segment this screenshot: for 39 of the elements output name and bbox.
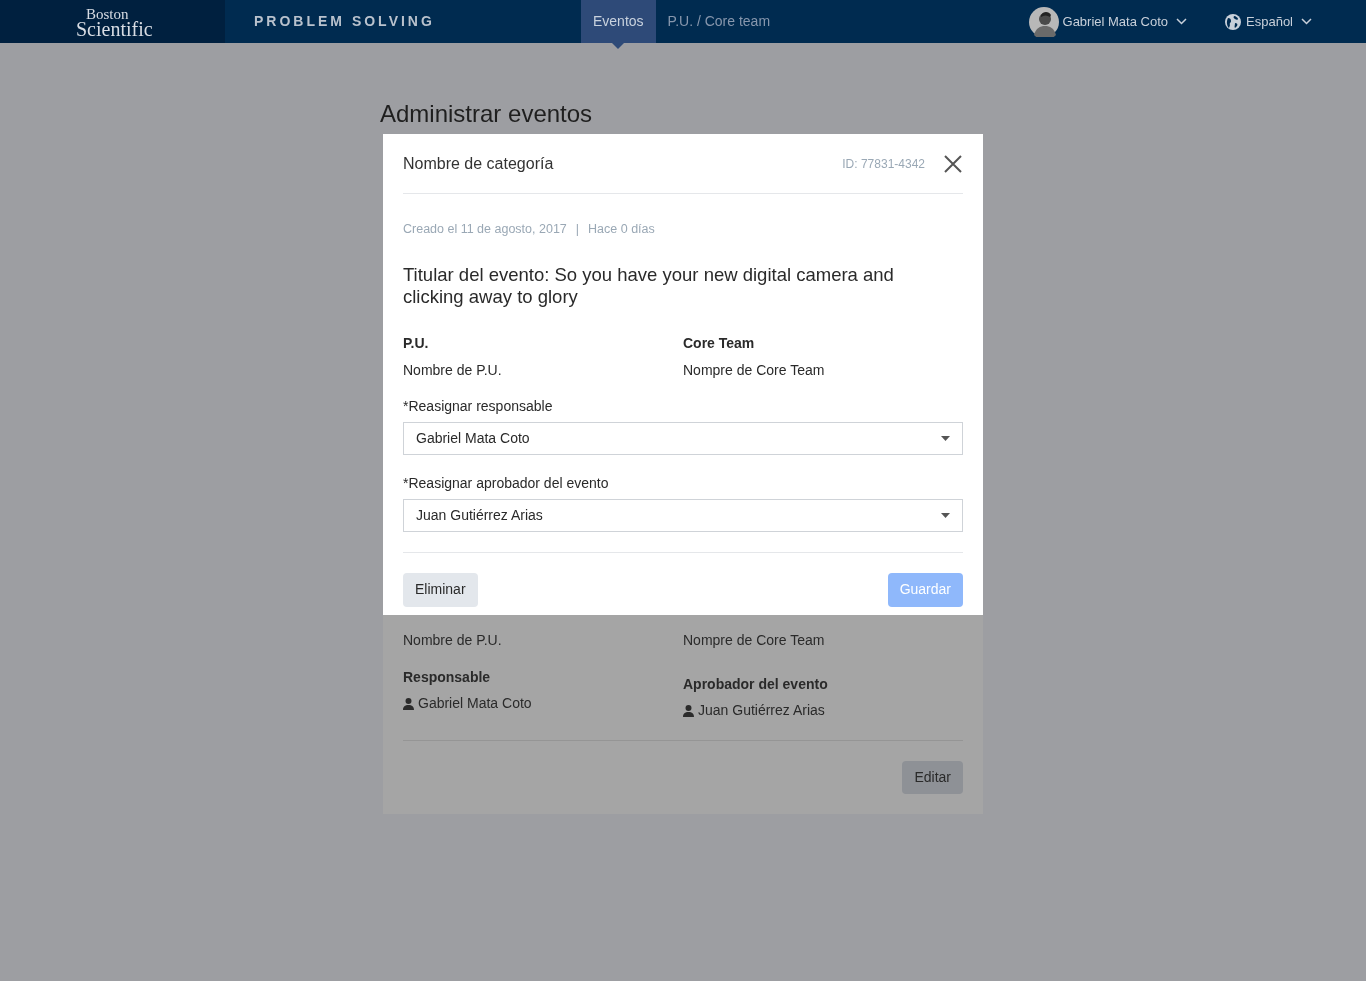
field-value: Nompre de Core Team (683, 631, 826, 650)
field-value: Nombre de P.U. (403, 631, 503, 650)
category-name: Nombre de categoría (403, 153, 555, 174)
field-label: P.U. (403, 333, 430, 353)
approver-name: Juan Gutiérrez Arias (683, 700, 963, 721)
field-value: Nombre de P.U. (403, 360, 503, 380)
field-label: Core Team (683, 333, 756, 353)
pointer-icon (612, 43, 625, 49)
field-label: Aprobador del evento (683, 675, 829, 694)
logo[interactable]: Boston Scientific (0, 0, 225, 43)
caret-icon (941, 435, 950, 441)
user-icon (683, 704, 694, 717)
chevron-icon (1176, 18, 1187, 25)
user-menu[interactable]: Gabriel Mata Coto (1028, 0, 1187, 43)
event-age: Hace 0 días (588, 221, 655, 238)
chevron-icon (1301, 18, 1312, 25)
language-label: Español (1246, 12, 1293, 31)
select-label: *Reasignar aprobador del evento (403, 473, 610, 493)
select-field[interactable]: Gabriel Mata Coto (403, 421, 963, 455)
globe-icon (1225, 13, 1241, 30)
user-icon (403, 697, 414, 710)
caret-icon (941, 512, 950, 518)
responsible-name: Gabriel Mata Coto (403, 693, 683, 714)
select-field[interactable]: Juan Gutiérrez Arias (403, 498, 963, 532)
page-title: Administrar eventos (380, 99, 594, 129)
app-title: PROBLEM SOLVING (254, 12, 436, 31)
separator: | (575, 221, 580, 238)
close-button[interactable] (943, 153, 963, 174)
user-name: Gabriel Mata Coto (1062, 12, 1168, 31)
event-headline: Titular del evento: So you have your new digital camera and clicking away to glory (403, 263, 895, 308)
edit-button[interactable]: Editar (902, 761, 963, 794)
select-label: *Reasignar responsable (403, 396, 554, 416)
field-label: Responsable (403, 668, 492, 687)
delete-button[interactable]: Eliminar (403, 572, 478, 607)
field-value: Nompre de Core Team (683, 360, 826, 380)
event-id: ID: 77831-4342 (842, 155, 925, 173)
nav-tab[interactable]: P.U. / Core team (655, 0, 783, 43)
created-date: Creado el 11 de agosto, 2017 (403, 221, 567, 238)
language-menu[interactable]: Español (1225, 0, 1312, 43)
